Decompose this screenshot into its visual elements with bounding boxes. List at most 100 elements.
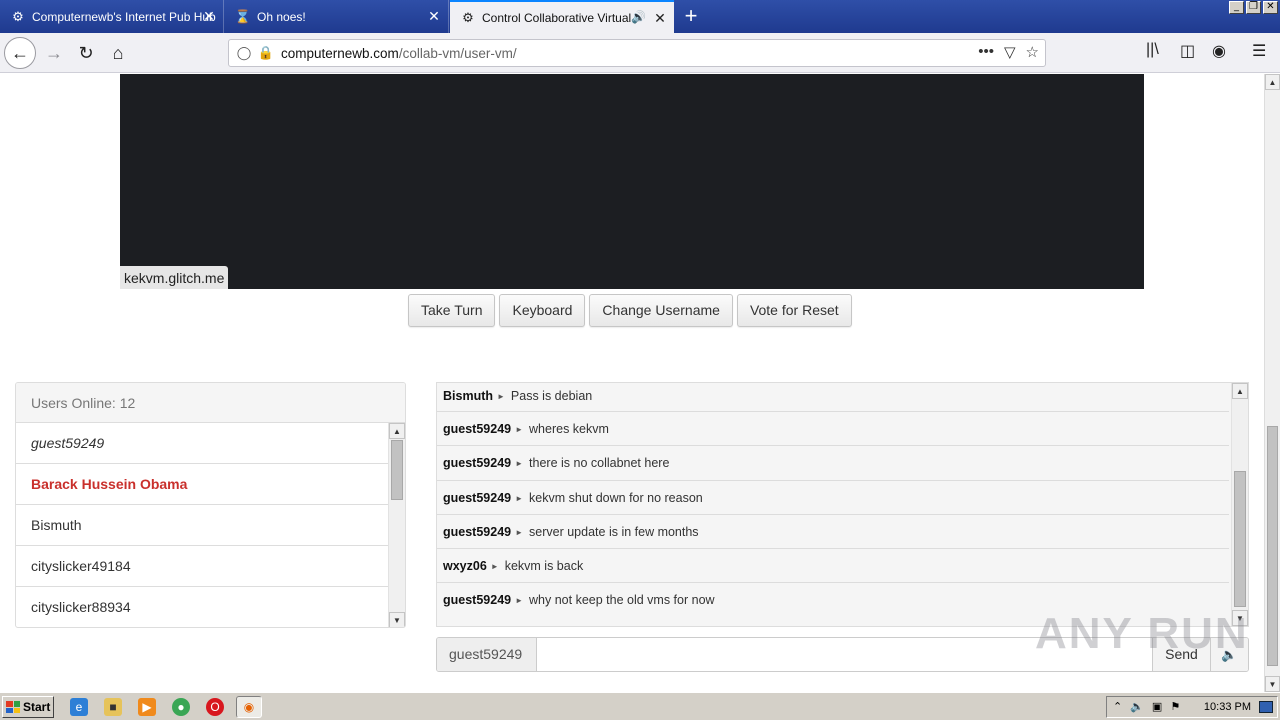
close-icon[interactable]: ✕ (426, 8, 442, 24)
vm-name-label: kekvm.glitch.me (120, 266, 229, 289)
vote-reset-button[interactable]: Vote for Reset (736, 294, 852, 327)
chat-text: kekvm is back (504, 559, 584, 574)
library-icon[interactable]: ||\ (1146, 41, 1159, 59)
clock[interactable]: 10:33 PM (1204, 697, 1251, 717)
users-scrollbar[interactable]: ▲ ▼ (388, 423, 405, 627)
vm-display[interactable] (120, 74, 1144, 289)
users-online-panel: Users Online: 12 guest59249 Barack Husse… (15, 382, 406, 628)
forward-button[interactable]: → (38, 37, 70, 69)
scroll-thumb[interactable] (1234, 471, 1246, 607)
page-content: kekvm.glitch.me Take Turn Keyboard Chang… (0, 74, 1264, 692)
url-path: /collab-vm/user-vm/ (398, 45, 517, 61)
chat-username: guest59249 (443, 490, 512, 505)
chat-text: server update is in few months (529, 524, 699, 539)
url-text[interactable]: computernewb.com/collab-vm/user-vm/ (281, 46, 517, 61)
firefox-taskbar-button[interactable]: ◉ (236, 696, 262, 718)
ie-icon[interactable]: e (70, 698, 88, 716)
take-turn-button[interactable]: Take Turn (408, 294, 496, 327)
tab-computernewb-hub[interactable]: ⚙ Computernewb's Internet Pub Hub ✕ (0, 0, 224, 33)
chat-message: wxyz06 ► kekvm is back (437, 549, 1229, 584)
anyrun-watermark: ANY RUN (1035, 609, 1249, 658)
close-icon[interactable]: ✕ (652, 10, 668, 26)
users-list: guest59249 Barack Hussein Obama Bismuth … (16, 423, 389, 627)
start-button[interactable]: Start (2, 696, 54, 718)
shield-icon[interactable]: ◯ (233, 45, 255, 61)
speaker-icon[interactable]: 🔊 (631, 10, 646, 24)
scroll-down-icon[interactable]: ▼ (389, 612, 405, 627)
chat-username: guest59249 (443, 593, 512, 608)
insecure-lock-icon[interactable]: 🔒 (255, 45, 277, 61)
chrome-icon[interactable]: ● (172, 698, 190, 716)
chat-messages: Bismuth ► Pass is debian guest59249 ► wheres… (437, 383, 1229, 618)
volume-tray-icon[interactable]: 🔈 (1130, 697, 1144, 717)
page-scrollbar[interactable]: ▲ ▼ (1264, 74, 1280, 692)
reload-button[interactable]: ↻ (70, 37, 102, 69)
close-icon[interactable]: ✕ (201, 8, 217, 24)
media-player-icon[interactable]: ▶ (138, 698, 156, 716)
url-actions: ••• ▽ ☆ (978, 43, 1039, 61)
bookmark-star-icon[interactable]: ☆ (1026, 43, 1039, 61)
chat-scrollbar[interactable]: ▲ ▼ (1231, 383, 1248, 626)
chat-separator-icon: ► (490, 562, 499, 572)
new-tab-button[interactable]: + (678, 4, 704, 30)
action-center-flag-icon[interactable]: ⚑ (1170, 697, 1180, 717)
opera-icon[interactable]: O (206, 698, 224, 716)
tab-title: Oh noes! (257, 9, 306, 24)
scroll-up-icon[interactable]: ▲ (389, 423, 405, 439)
network-icon[interactable]: ▣ (1152, 697, 1162, 717)
user-item[interactable]: Barack Hussein Obama (16, 464, 389, 505)
restore-button[interactable]: ❐ (1246, 1, 1261, 14)
tab-collab-vm[interactable]: ⚙ Control Collaborative Virtual M 🔊 ✕ (450, 0, 674, 33)
page-actions-icon[interactable]: ••• (978, 43, 994, 61)
chat-text: wheres kekvm (529, 422, 609, 436)
user-item[interactable]: cityslicker88934 (16, 587, 389, 627)
menu-icon[interactable]: ☰ (1252, 41, 1266, 61)
keyboard-button[interactable]: Keyboard (499, 294, 586, 327)
chat-username: guest59249 (443, 422, 512, 436)
tab-title: Control Collaborative Virtual M (482, 10, 632, 25)
chat-separator-icon: ► (515, 425, 524, 434)
scroll-down-icon[interactable]: ▼ (1265, 676, 1280, 692)
scroll-up-icon[interactable]: ▲ (1232, 383, 1248, 399)
url-bar[interactable]: ◯ 🔒 computernewb.com/collab-vm/user-vm/ … (228, 39, 1046, 67)
chat-username: guest59249 (443, 456, 512, 471)
vm-button-bar: Take Turn Keyboard Change Username Vote … (408, 294, 852, 327)
chat-text: there is no collabnet here (529, 456, 670, 471)
change-username-button[interactable]: Change Username (589, 294, 733, 327)
user-item[interactable]: guest59249 (16, 423, 389, 464)
hourglass-icon: ⌛ (234, 8, 252, 24)
back-button[interactable]: ← (4, 37, 36, 69)
scroll-thumb[interactable] (1267, 426, 1278, 666)
chat-message: guest59249 ► wheres kekvm (437, 412, 1229, 447)
windows-taskbar: Start e ■ ▶ ● O ◉ ⌃ 🔈 ▣ ⚑ 10:33 PM (0, 692, 1280, 720)
chat-separator-icon: ► (497, 392, 505, 401)
tab-oh-noes[interactable]: ⌛ Oh noes! ✕ (225, 0, 449, 33)
tray-expand-icon[interactable]: ⌃ (1113, 697, 1122, 717)
start-label: Start (23, 700, 51, 714)
tray-icons: ⌃ 🔈 ▣ ⚑ (1113, 697, 1180, 717)
chat-separator-icon: ► (515, 527, 524, 537)
pocket-icon[interactable]: ▽ (1004, 43, 1016, 61)
account-icon[interactable]: ◉ (1212, 41, 1226, 61)
computernewb-icon: ⚙ (462, 9, 474, 25)
scroll-thumb[interactable] (391, 440, 403, 500)
chat-username: guest59249 (443, 524, 512, 539)
windows-logo-icon (6, 701, 20, 713)
chat-username: Bismuth (443, 389, 493, 403)
chat-text: Pass is debian (510, 389, 593, 403)
chat-separator-icon: ► (515, 459, 524, 469)
folder-icon[interactable]: ■ (104, 698, 122, 716)
home-button[interactable]: ⌂ (102, 37, 134, 69)
sidebar-icon[interactable]: ◫ (1180, 41, 1195, 61)
show-desktop-icon[interactable] (1259, 701, 1273, 713)
chat-message: Bismuth ► Pass is debian (437, 383, 1229, 412)
scroll-up-icon[interactable]: ▲ (1265, 74, 1280, 90)
close-window-button[interactable]: ✕ (1263, 1, 1278, 14)
chat-text: why not keep the old vms for now (529, 593, 715, 608)
user-item[interactable]: Bismuth (16, 505, 389, 546)
window-controls: _ ❐ ✕ (1229, 1, 1278, 14)
chat-message: guest59249 ► kekvm shut down for no reason (437, 481, 1229, 515)
chat-username: wxyz06 (443, 559, 487, 574)
minimize-button[interactable]: _ (1229, 1, 1244, 14)
user-item[interactable]: cityslicker49184 (16, 546, 389, 587)
